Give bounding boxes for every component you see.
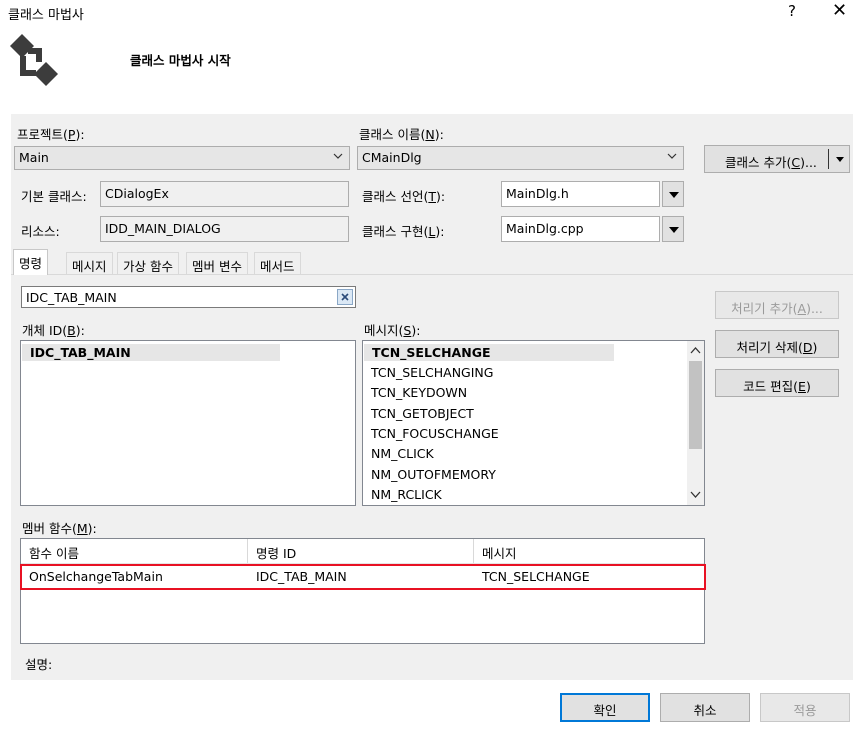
tab-messages[interactable]: 메시지: [66, 252, 113, 274]
chevron-down-icon[interactable]: [690, 489, 701, 500]
caret-down-icon: [669, 227, 679, 233]
base-class-label: 기본 클래스:: [21, 189, 87, 204]
object-ids-label: 개체 ID(B):: [22, 323, 85, 338]
caret-down-icon[interactable]: [836, 157, 844, 162]
list-item[interactable]: TCN_SELCHANGING: [371, 365, 493, 380]
list-item[interactable]: TCN_FOCUSCHANGE: [371, 426, 499, 441]
resource-label: 리소스:: [21, 224, 60, 239]
project-label: 프로젝트(P):: [17, 127, 85, 142]
edit-code-button[interactable]: 코드 편집(E): [715, 369, 839, 397]
list-item[interactable]: TCN_SELCHANGE: [364, 344, 614, 361]
chevron-down-icon: [667, 153, 677, 159]
search-input[interactable]: IDC_TAB_MAIN: [21, 286, 356, 308]
members-label: 멤버 함수(M):: [22, 521, 97, 536]
project-value: Main: [19, 150, 49, 165]
messages-listbox[interactable]: TCN_SELCHANGE TCN_SELCHANGING TCN_KEYDOW…: [362, 340, 705, 506]
column-header-function[interactable]: 함수 이름: [21, 539, 248, 563]
members-header: 함수 이름 명령 ID 메시지: [21, 539, 704, 564]
add-class-label: 클래스 추가(C)...: [725, 155, 817, 170]
help-button[interactable]: ?: [788, 2, 796, 20]
base-class-field: CDialogEx: [100, 181, 349, 207]
clear-search-button[interactable]: [337, 289, 353, 305]
messages-label: 메시지(S):: [364, 323, 421, 338]
resource-field: IDD_MAIN_DIALOG: [100, 216, 349, 242]
project-combobox[interactable]: Main: [14, 146, 350, 170]
messages-scrollbar[interactable]: [687, 341, 704, 505]
column-header-message[interactable]: 메시지: [474, 539, 704, 563]
add-class-button[interactable]: 클래스 추가(C)...: [704, 145, 850, 173]
decl-dropdown-button[interactable]: [662, 181, 684, 207]
list-item[interactable]: TCN_GETOBJECT: [371, 406, 474, 421]
list-item[interactable]: NM_OUTOFMEMORY: [371, 467, 496, 482]
description-label: 설명:: [25, 657, 53, 672]
window-title: 클래스 마법사: [8, 8, 84, 23]
split-divider: [828, 149, 829, 169]
decl-label: 클래스 선언(T):: [362, 189, 446, 204]
chevron-down-icon: [333, 153, 343, 159]
wizard-header-title: 클래스 마법사 시작: [130, 53, 231, 68]
tab-member-variables[interactable]: 멤버 변수: [186, 252, 248, 274]
close-button[interactable]: ✕: [832, 0, 847, 21]
list-item[interactable]: IDC_TAB_MAIN: [22, 344, 280, 361]
tab-commands[interactable]: 명령: [13, 249, 49, 275]
ok-button[interactable]: 확인: [560, 693, 650, 722]
caret-down-icon: [669, 192, 679, 198]
delete-handler-button[interactable]: 처리기 삭제(D): [715, 330, 839, 358]
list-item[interactable]: NM_RCLICK: [371, 487, 442, 502]
tab-methods[interactable]: 메서드: [254, 252, 301, 274]
class-wizard-logo-icon: [10, 34, 58, 86]
add-handler-button[interactable]: 처리기 추가(A)...: [715, 291, 839, 319]
decl-field[interactable]: MainDlg.h: [501, 181, 660, 207]
cancel-button[interactable]: 취소: [660, 693, 750, 722]
highlight-box: [20, 564, 706, 590]
impl-label: 클래스 구현(L):: [362, 224, 445, 239]
list-item[interactable]: TCN_KEYDOWN: [371, 385, 467, 400]
column-header-command-id[interactable]: 명령 ID: [248, 539, 474, 563]
impl-dropdown-button[interactable]: [662, 216, 684, 242]
chevron-up-icon[interactable]: [690, 345, 701, 356]
object-ids-listbox[interactable]: IDC_TAB_MAIN: [20, 340, 356, 506]
apply-button[interactable]: 적용: [760, 693, 850, 722]
impl-field[interactable]: MainDlg.cpp: [501, 216, 660, 242]
classname-label: 클래스 이름(N):: [359, 127, 444, 142]
members-table[interactable]: 함수 이름 명령 ID 메시지 OnSelchangeTabMain IDC_T…: [20, 538, 705, 644]
search-value: IDC_TAB_MAIN: [26, 290, 117, 305]
classname-value: CMainDlg: [362, 150, 422, 165]
scrollbar-thumb[interactable]: [689, 361, 702, 449]
list-item[interactable]: NM_CLICK: [371, 446, 434, 461]
clear-icon: [341, 293, 349, 301]
classname-combobox[interactable]: CMainDlg: [357, 146, 684, 170]
tab-virtual-functions[interactable]: 가상 함수: [117, 252, 179, 274]
